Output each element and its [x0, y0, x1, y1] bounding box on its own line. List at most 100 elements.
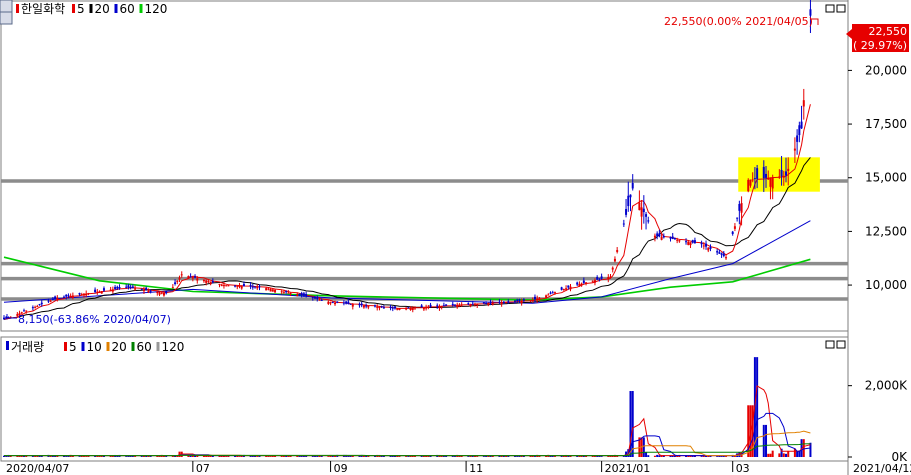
candle-body: [625, 209, 628, 215]
candle-body: [114, 287, 117, 289]
candle-body: [780, 169, 783, 177]
candle-body: [329, 302, 332, 304]
candle-body: [709, 246, 712, 249]
candle-body: [516, 299, 519, 302]
candle-body: [236, 285, 239, 287]
price-panel-minimize-button[interactable]: [825, 4, 835, 13]
candle-body: [165, 291, 168, 294]
x-tick-label: 03: [736, 462, 750, 475]
candle-body: [347, 301, 350, 304]
candle-body: [318, 299, 321, 301]
candle-body: [762, 166, 765, 179]
candle-body: [25, 310, 28, 312]
current-price-value: 22,550: [869, 25, 908, 38]
candle-body: [451, 303, 454, 306]
volume-bar: [265, 455, 268, 457]
stock-name: 한일화학: [21, 2, 65, 16]
candle-body: [194, 276, 197, 278]
candle-body: [82, 293, 85, 296]
volume-panel-close-button[interactable]: [836, 340, 846, 349]
candle-body: [87, 293, 90, 295]
candle-body: [622, 223, 625, 225]
candle-body: [269, 289, 272, 292]
volume-bar: [467, 456, 470, 457]
chart-menu-button[interactable]: [0, 0, 13, 13]
candle-body: [176, 280, 179, 282]
legend-swatch: [106, 342, 110, 351]
candle-body: [40, 302, 43, 305]
candle-body: [740, 203, 743, 213]
candle-body: [578, 283, 581, 287]
volume-bar: [782, 453, 785, 457]
stock-color-swatch: [16, 4, 19, 13]
price-panel-close-button[interactable]: [836, 4, 846, 13]
candle-body: [553, 292, 556, 294]
candle-body: [576, 282, 579, 285]
candle-body: [220, 284, 223, 287]
candle-body: [593, 280, 596, 283]
legend-swatch: [89, 4, 93, 13]
candle-body: [405, 308, 408, 310]
candle-body: [538, 297, 541, 299]
candle-body: [125, 286, 128, 288]
volume-bar: [767, 453, 770, 457]
candle-body: [80, 294, 83, 296]
candle-body: [78, 292, 81, 295]
volume-bar: [707, 455, 710, 457]
current-price-change: ( 29.97%): [853, 39, 907, 52]
candle-body: [598, 278, 601, 280]
candle-body: [420, 305, 423, 308]
volume-bar: [796, 451, 799, 457]
candle-body: [785, 171, 788, 176]
candle-body: [520, 300, 523, 304]
candle-body: [756, 168, 759, 179]
volume-bar: [174, 455, 177, 457]
volume-bar: [709, 456, 712, 457]
volume-panel-minimize-button[interactable]: [825, 340, 835, 349]
candle-body: [134, 288, 137, 290]
candle-body: [414, 307, 416, 309]
volume-bar: [802, 439, 805, 457]
candle-body: [131, 286, 134, 289]
x-tick-label: 2021/01: [605, 462, 651, 475]
volume-bar: [609, 456, 612, 457]
volume-bar: [596, 455, 599, 457]
candle-body: [716, 251, 719, 253]
candle-body: [502, 301, 505, 303]
candle-body: [285, 290, 288, 293]
candle-body: [287, 292, 290, 294]
candle-body: [645, 214, 648, 217]
volume-bar: [765, 424, 768, 457]
candle-body: [314, 296, 317, 299]
candle-body: [473, 303, 476, 305]
candle-body: [140, 288, 143, 290]
volume-bar: [78, 456, 81, 457]
chart-option-button[interactable]: [0, 11, 13, 25]
candle-body: [687, 241, 690, 245]
candle-body: [702, 245, 705, 247]
candle-body: [425, 306, 428, 309]
legend-swatch: [81, 342, 85, 351]
volume-bar: [453, 456, 456, 457]
candle-body: [296, 294, 299, 297]
candle-body: [162, 292, 165, 296]
volume-bar: [256, 456, 259, 457]
candle-body: [529, 300, 532, 302]
candle-body: [242, 284, 245, 287]
volume-bar: [787, 450, 790, 457]
candle-body: [209, 281, 212, 285]
volume-bar: [482, 456, 485, 457]
candle-body: [282, 291, 285, 293]
candle-body: [489, 301, 492, 303]
legend-label: 20: [112, 340, 127, 354]
candle-body: [689, 242, 692, 246]
candle-body: [234, 285, 237, 287]
candle-body: [320, 299, 323, 301]
candle-body: [98, 291, 101, 293]
candle-body: [547, 294, 550, 296]
candle-body: [442, 305, 445, 307]
candle-body: [54, 296, 57, 299]
volume-bar: [769, 453, 772, 457]
x-tick-label: 11: [469, 462, 483, 475]
candle-body: [669, 237, 672, 239]
